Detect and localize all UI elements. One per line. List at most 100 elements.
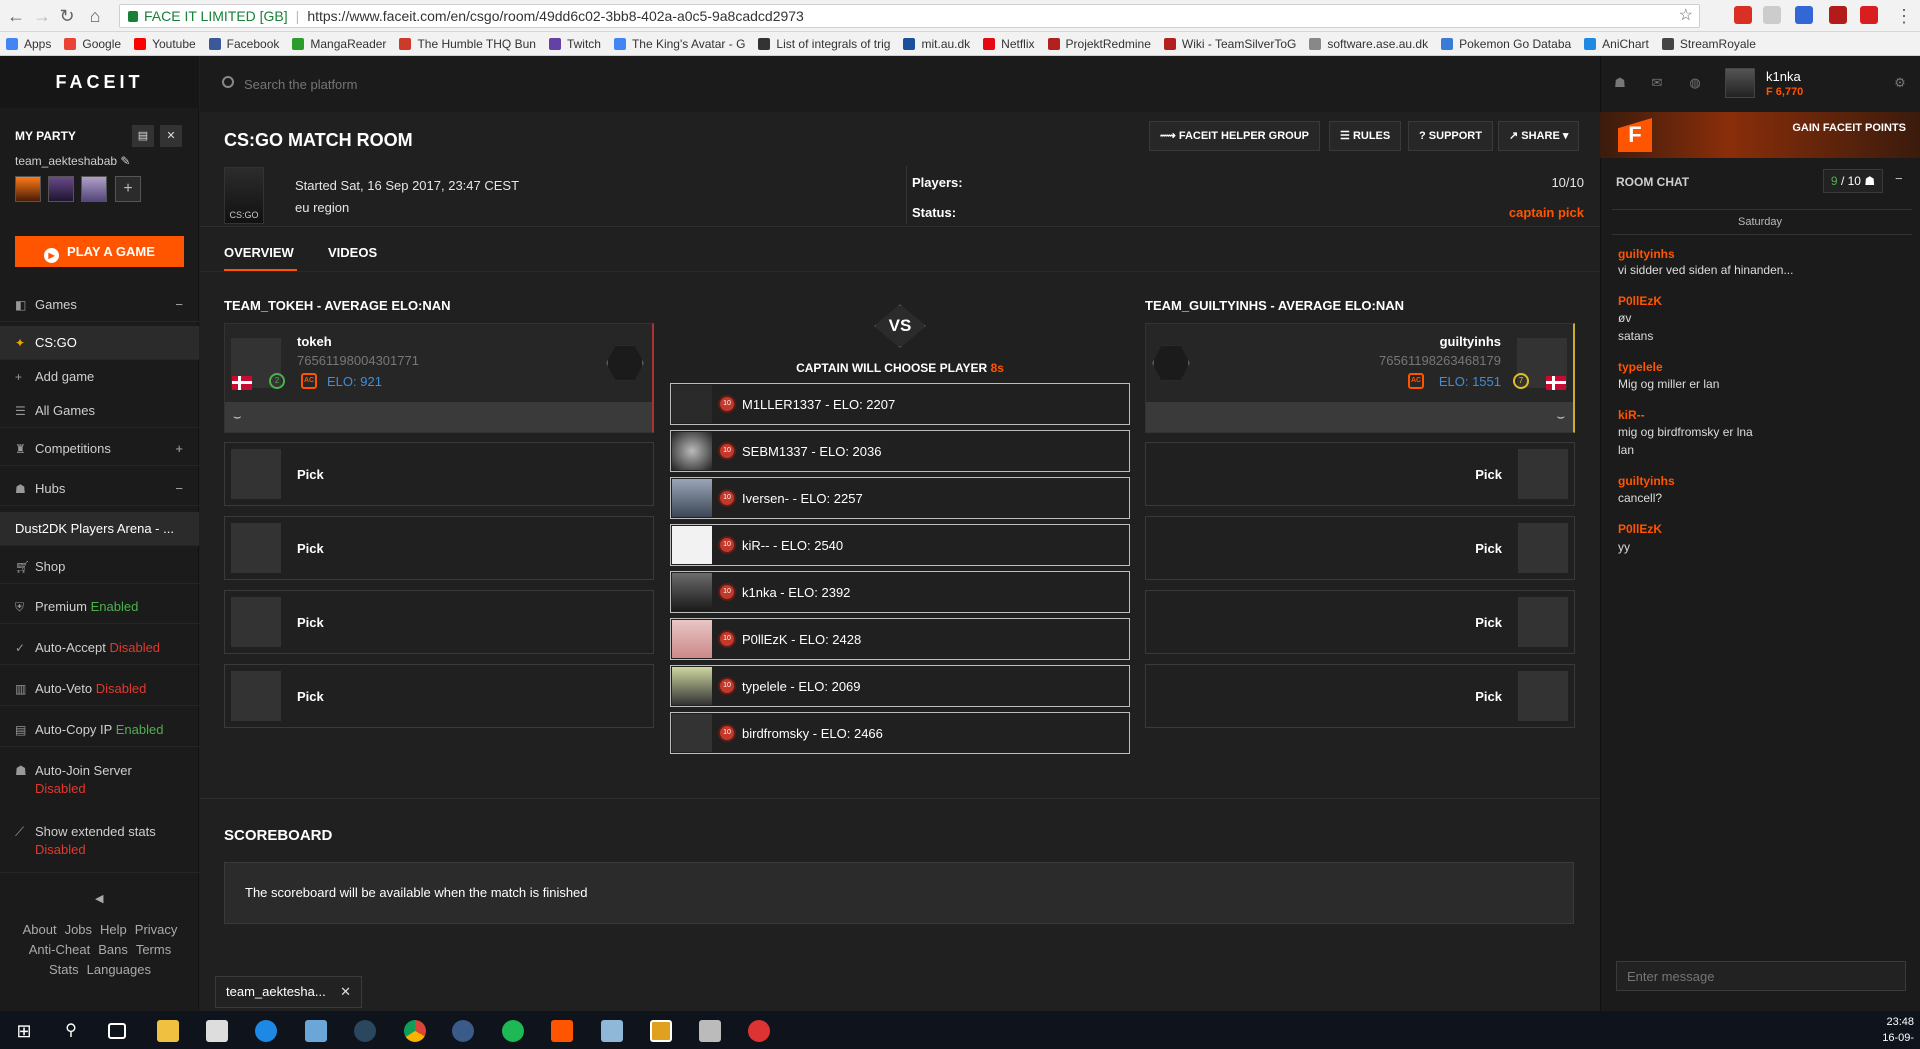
sidebar-item-auto-copy-ip[interactable]: ▤ Auto-Copy IP Enabled [0, 713, 199, 747]
player-pool-item[interactable]: 10 kiR-- - ELO: 2540 [670, 524, 1130, 566]
share-button[interactable]: ↗ SHARE ▾ [1498, 121, 1580, 151]
bookmark-item[interactable]: Facebook [203, 32, 287, 55]
avatar[interactable] [1725, 68, 1755, 98]
player-pool-item[interactable]: 10 birdfromsky - ELO: 2466 [670, 712, 1130, 754]
edit-icon[interactable]: ✎ [120, 154, 130, 168]
app-icon[interactable] [601, 1020, 623, 1042]
extension-icon[interactable] [1860, 6, 1878, 24]
footer-link[interactable]: Jobs [65, 922, 92, 937]
extension-icon[interactable] [1795, 6, 1813, 24]
collapse-sidebar-icon[interactable]: ◀ [95, 892, 103, 905]
captain-card-left[interactable]: tokeh 76561198004301771 2 AC ELO: 921 ⌣ [224, 323, 654, 433]
reload-icon[interactable]: ↻ [57, 6, 77, 26]
party-chat-tab[interactable]: team_aektesha... ✕ [215, 976, 362, 1008]
chrome-icon[interactable] [404, 1020, 426, 1042]
file-explorer-icon[interactable] [157, 1020, 179, 1042]
rules-button[interactable]: ☰ RULES [1329, 121, 1402, 151]
footer-link[interactable]: About [23, 922, 57, 937]
gain-points-banner[interactable]: F GAIN FACEIT POINTS [1600, 112, 1920, 158]
sidebar-item-games[interactable]: ◧ Games − [0, 288, 199, 322]
player-pool-item[interactable]: 10 Iversen- - ELO: 2257 [670, 477, 1130, 519]
sidebar-item-extended-stats[interactable]: ⟋ Show extended stats Disabled [0, 823, 199, 859]
sidebar-item-all-games[interactable]: ☰ All Games [0, 394, 199, 428]
extension-icon[interactable] [1829, 6, 1847, 24]
app-icon[interactable] [452, 1020, 474, 1042]
sidebar-item-shop[interactable]: 🛒︎ Shop [0, 550, 199, 584]
collapse-icon[interactable]: − [175, 288, 183, 322]
sidebar-item-competitions[interactable]: ♜ Competitions + [0, 432, 199, 466]
footer-link[interactable]: Help [100, 922, 127, 937]
address-bar[interactable]: FACE IT LIMITED [GB] | https://www.faceit.… [119, 4, 1700, 28]
support-button[interactable]: ? SUPPORT [1408, 121, 1493, 151]
expand-icon[interactable]: + [175, 432, 183, 466]
chat-member-count[interactable]: 9 / 10 ☗ [1823, 169, 1883, 193]
steam-icon[interactable]: ⌣ [233, 409, 242, 425]
player-pool-item[interactable]: 10 k1nka - ELO: 2392 [670, 571, 1130, 613]
close-icon[interactable]: ✕ [160, 125, 182, 147]
back-icon[interactable]: ← [6, 6, 26, 26]
spotify-icon[interactable] [502, 1020, 524, 1042]
bookmark-item[interactable]: ProjektRedmine [1042, 32, 1158, 55]
bookmark-item[interactable]: Wiki - TeamSilverToG [1158, 32, 1303, 55]
search-input[interactable] [244, 72, 644, 96]
username[interactable]: k1nka [1766, 69, 1801, 84]
home-icon[interactable]: ⌂ [85, 6, 105, 26]
captain-card-right[interactable]: guiltyinhs 76561198263468179 7 ELO: 1551… [1145, 323, 1575, 433]
footer-link[interactable]: Anti-Cheat [29, 942, 90, 957]
steam-icon[interactable] [354, 1020, 376, 1042]
minimize-chat-icon[interactable]: − [1895, 171, 1903, 186]
calculator-icon[interactable] [699, 1020, 721, 1042]
search-icon[interactable]: ⚲ [60, 1020, 82, 1042]
pick-slot[interactable]: Pick [1145, 664, 1575, 728]
close-icon[interactable]: ✕ [340, 977, 351, 1007]
store-icon[interactable] [206, 1020, 228, 1042]
footer-link[interactable]: Terms [136, 942, 171, 957]
chat-author[interactable]: kiR-- [1618, 408, 1645, 422]
faceit-logo[interactable]: FACEIT [0, 56, 199, 108]
bookmark-item[interactable]: List of integrals of trig [752, 32, 897, 55]
forward-icon[interactable]: → [32, 6, 52, 26]
player-pool-item[interactable]: 10 P0llEzK - ELO: 2428 [670, 618, 1130, 660]
bookmark-item[interactable]: Twitch [543, 32, 608, 55]
add-party-member-button[interactable]: + [115, 176, 141, 202]
captain-name[interactable]: tokeh [297, 334, 332, 349]
collapse-icon[interactable]: − [175, 472, 183, 506]
footer-link[interactable]: Privacy [135, 922, 178, 937]
bookmark-item[interactable]: AniChart [1578, 32, 1656, 55]
pick-slot[interactable]: Pick [1145, 516, 1575, 580]
pick-slot[interactable]: Pick [224, 664, 654, 728]
pick-slot[interactable]: Pick [1145, 590, 1575, 654]
mail-icon[interactable]: ✉ [1649, 75, 1665, 90]
bookmark-star-icon[interactable]: ☆ [1679, 5, 1693, 27]
footer-link[interactable]: Stats [49, 962, 79, 977]
chat-author[interactable]: guiltyinhs [1618, 247, 1675, 261]
player-pool-item[interactable]: 10 M1LLER1337 - ELO: 2207 [670, 383, 1130, 425]
bookmark-item[interactable]: mit.au.dk [897, 32, 977, 55]
play-game-button[interactable]: ▶ PLAY A GAME [15, 236, 184, 267]
steam-icon[interactable]: ⌣ [1556, 409, 1565, 425]
chat-author[interactable]: P0llEzK [1618, 294, 1662, 308]
app-icon[interactable] [748, 1020, 770, 1042]
pick-slot[interactable]: Pick [224, 442, 654, 506]
sidebar-item-auto-veto[interactable]: ▥ Auto-Veto Disabled [0, 672, 199, 706]
sidebar-item-auto-accept[interactable]: ✓ Auto-Accept Disabled [0, 631, 199, 665]
bookmark-item[interactable]: StreamRoyale [1656, 32, 1763, 55]
avatar[interactable] [15, 176, 41, 202]
party-chat-icon[interactable]: ▤ [132, 125, 154, 147]
sidebar-item-hubs[interactable]: ☗ Hubs − [0, 472, 199, 506]
captain-name[interactable]: guiltyinhs [1440, 334, 1501, 349]
chat-author[interactable]: typelele [1618, 360, 1663, 374]
player-pool-item[interactable]: 10 SEBM1337 - ELO: 2036 [670, 430, 1130, 472]
tab-overview[interactable]: OVERVIEW [224, 245, 294, 260]
bookmark-item[interactable]: Google [58, 32, 128, 55]
globe-icon[interactable]: ◍ [1687, 75, 1703, 90]
tab-videos[interactable]: VIDEOS [328, 245, 377, 260]
extension-icon[interactable] [1734, 6, 1752, 24]
bookmark-item[interactable]: software.ase.au.dk [1303, 32, 1435, 55]
helper-group-button[interactable]: ⟿ FACEIT HELPER GROUP [1149, 121, 1321, 151]
chat-message-input[interactable] [1616, 961, 1906, 991]
sidebar-item-hub[interactable]: Dust2DK Players Arena - ... [0, 512, 199, 546]
footer-link[interactable]: Bans [98, 942, 128, 957]
pick-slot[interactable]: Pick [224, 590, 654, 654]
player-pool-item[interactable]: 10 typelele - ELO: 2069 [670, 665, 1130, 707]
